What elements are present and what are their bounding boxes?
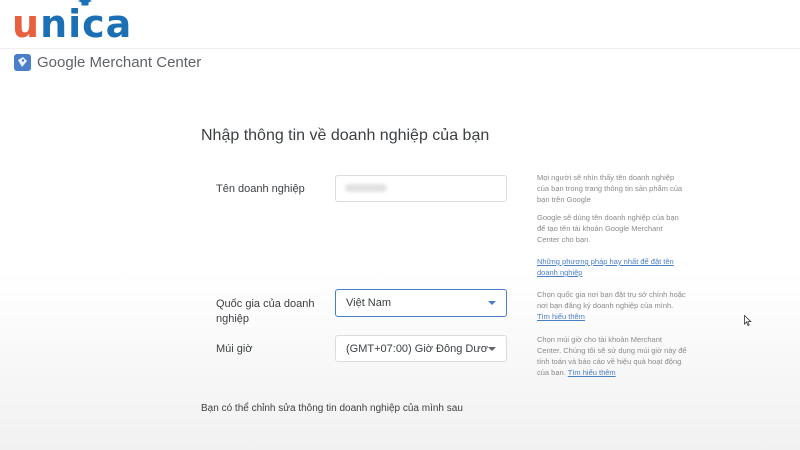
country-label: Quốc gia của doanh nghiệp — [216, 298, 315, 325]
country-help: Chọn quốc gia nơi bạn đặt trụ sở chính h… — [537, 290, 686, 321]
timezone-label: Múi giờ — [216, 343, 253, 355]
app-title: Google Merchant Center — [37, 54, 202, 71]
country-select[interactable]: Việt Nam — [335, 289, 507, 317]
business-name-value-blurred — [345, 184, 387, 192]
timezone-help: Chọn múi giờ cho tài khoản Merchant Cent… — [537, 335, 687, 377]
unica-logo: u nica — [12, 0, 132, 46]
merchant-center-logo-icon — [14, 54, 31, 71]
timezone-learn-more-link[interactable]: Tìm hiểu thêm — [568, 368, 616, 377]
business-name-label: Tên doanh nghiệp — [216, 183, 305, 195]
business-name-help: Mọi người sẽ nhìn thấy tên doanh nghiệp … — [537, 173, 683, 204]
business-name-help-link-wrap: Những phương pháp hay nhất để đặt tên do… — [537, 256, 687, 278]
edit-later-note: Bạn có thể chỉnh sửa thông tin doanh ngh… — [201, 403, 463, 414]
graduation-cap-icon — [78, 0, 92, 6]
business-name-help-2: Google sẽ dùng tên doanh nghiệp của bạn … — [537, 213, 679, 244]
timezone-select-value: (GMT+07:00) Giờ Đông Dương (... — [346, 342, 488, 355]
dropdown-arrow-icon — [488, 346, 496, 351]
country-select-value: Việt Nam — [346, 297, 392, 309]
mouse-cursor-icon — [744, 315, 752, 326]
country-learn-more-link[interactable]: Tìm hiểu thêm — [537, 312, 585, 321]
page-title: Nhập thông tin về doanh nghiệp của bạn — [201, 127, 490, 144]
best-practices-link[interactable]: Những phương pháp hay nhất để đặt tên do… — [537, 257, 674, 277]
timezone-select[interactable]: (GMT+07:00) Giờ Đông Dương (... — [335, 335, 507, 362]
dropdown-arrow-icon — [488, 301, 496, 305]
merchant-center-brand[interactable]: Google Merchant Center — [14, 54, 201, 71]
